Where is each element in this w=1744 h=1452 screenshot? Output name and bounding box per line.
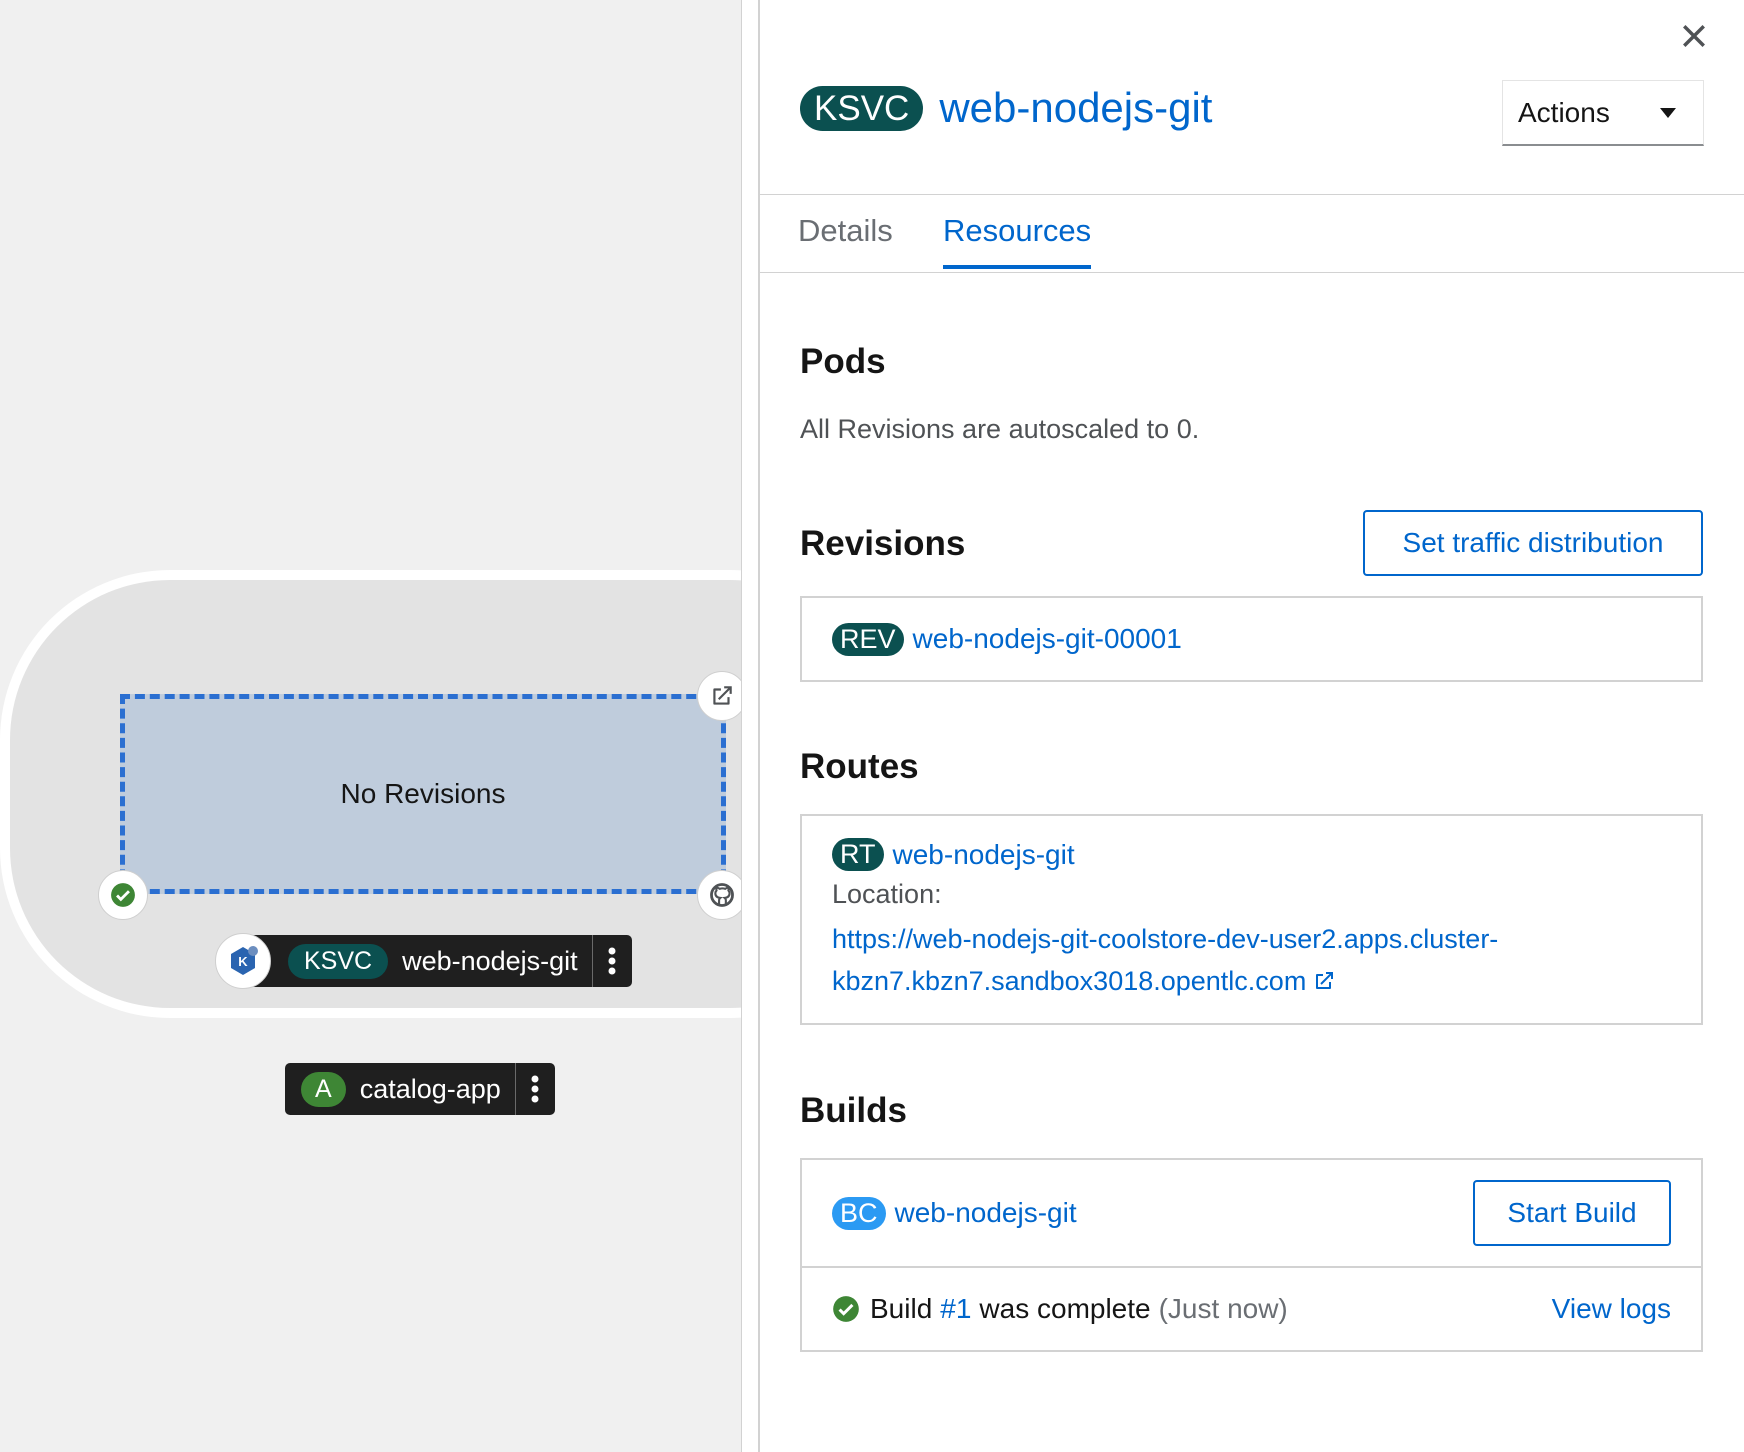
ksvc-node-name: web-nodejs-git — [402, 945, 578, 976]
routes-list: RT web-nodejs-git Location: https://web-… — [800, 814, 1703, 1025]
app-badge: A — [301, 1071, 346, 1107]
set-traffic-distribution-button[interactable]: Set traffic distribution — [1363, 510, 1703, 576]
build-config-row: BC web-nodejs-git Start Build — [802, 1160, 1701, 1268]
svg-text:K: K — [238, 954, 248, 969]
builds-heading: Builds — [800, 1091, 907, 1130]
app-group-name: catalog-app — [359, 1073, 501, 1104]
revisions-heading: Revisions — [800, 524, 966, 563]
knative-service-node[interactable]: No Revisions — [120, 694, 726, 894]
builds-list: BC web-nodejs-git Start Build Build #1 w… — [800, 1158, 1703, 1352]
view-logs-link[interactable]: View logs — [1552, 1293, 1671, 1325]
revision-item: REV web-nodejs-git-00001 — [832, 622, 1182, 656]
build-status: Build #1 was complete (Just now) — [832, 1293, 1288, 1325]
kebab-icon[interactable] — [591, 935, 632, 987]
github-icon — [710, 883, 734, 907]
build-status-decorator[interactable] — [98, 870, 148, 920]
open-url-decorator[interactable] — [697, 671, 741, 721]
revision-link[interactable]: web-nodejs-git-00001 — [913, 623, 1182, 655]
build-status-row: Build #1 was complete (Just now) View lo… — [802, 1268, 1701, 1350]
tab-resources[interactable]: Resources — [943, 213, 1092, 269]
rev-badge: REV — [832, 622, 904, 656]
route-url[interactable]: https://web-nodejs-git-coolstore-dev-use… — [832, 918, 1671, 1002]
close-button[interactable] — [1674, 16, 1714, 56]
kebab-icon[interactable] — [514, 1063, 555, 1115]
build-status-prefix: Build — [870, 1293, 933, 1324]
application-group-label[interactable]: A catalog-app — [285, 1063, 555, 1115]
ksvc-badge: KSVC — [288, 943, 389, 979]
rt-badge: RT — [832, 838, 884, 871]
build-number-link[interactable]: #1 — [940, 1293, 971, 1325]
no-revisions-text: No Revisions — [340, 778, 506, 809]
caret-down-icon — [1660, 107, 1676, 118]
git-repo-decorator[interactable] — [697, 870, 741, 920]
external-link-icon — [713, 686, 732, 705]
route-url-line-1[interactable]: https://web-nodejs-git-coolstore-dev-use… — [832, 918, 1671, 960]
close-icon — [1683, 25, 1705, 47]
check-circle-icon — [111, 883, 135, 907]
side-panel: KSVC web-nodejs-git Actions Details Reso… — [741, 0, 1744, 1452]
pods-heading: Pods — [800, 342, 886, 381]
check-circle-icon — [833, 1296, 859, 1322]
actions-dropdown[interactable]: Actions — [1502, 80, 1704, 146]
topology-canvas[interactable]: No Revisions KSVC web-nodejs-git K A cat… — [0, 0, 741, 1452]
build-status-suffix: was complete — [979, 1293, 1151, 1324]
actions-label: Actions — [1518, 96, 1610, 128]
route-link[interactable]: web-nodejs-git — [893, 839, 1075, 871]
route-item: RT web-nodejs-git — [832, 838, 1671, 871]
route-url-line-2[interactable]: kbzn7.kbzn7.sandbox3018.opentlc.com — [832, 960, 1306, 1002]
panel-title: KSVC web-nodejs-git — [800, 84, 1212, 132]
revisions-list: REV web-nodejs-git-00001 — [800, 596, 1703, 682]
pods-message: All Revisions are autoscaled to 0. — [800, 414, 1200, 444]
location-label: Location: — [832, 879, 942, 909]
build-config-item: BC web-nodejs-git — [832, 1196, 1077, 1230]
service-name-link[interactable]: web-nodejs-git — [939, 84, 1212, 132]
tab-details[interactable]: Details — [798, 213, 893, 265]
knative-service-label[interactable]: KSVC web-nodejs-git — [232, 935, 632, 987]
build-time: (Just now) — [1158, 1293, 1288, 1324]
start-build-button[interactable]: Start Build — [1473, 1180, 1671, 1246]
build-config-link[interactable]: web-nodejs-git — [895, 1197, 1077, 1229]
external-link-icon — [1316, 972, 1334, 989]
bc-badge: BC — [832, 1196, 886, 1230]
routes-heading: Routes — [800, 747, 919, 786]
tab-list: Details Resources — [760, 194, 1744, 273]
knative-icon: K — [215, 933, 271, 989]
ksvc-title-badge: KSVC — [800, 85, 924, 131]
